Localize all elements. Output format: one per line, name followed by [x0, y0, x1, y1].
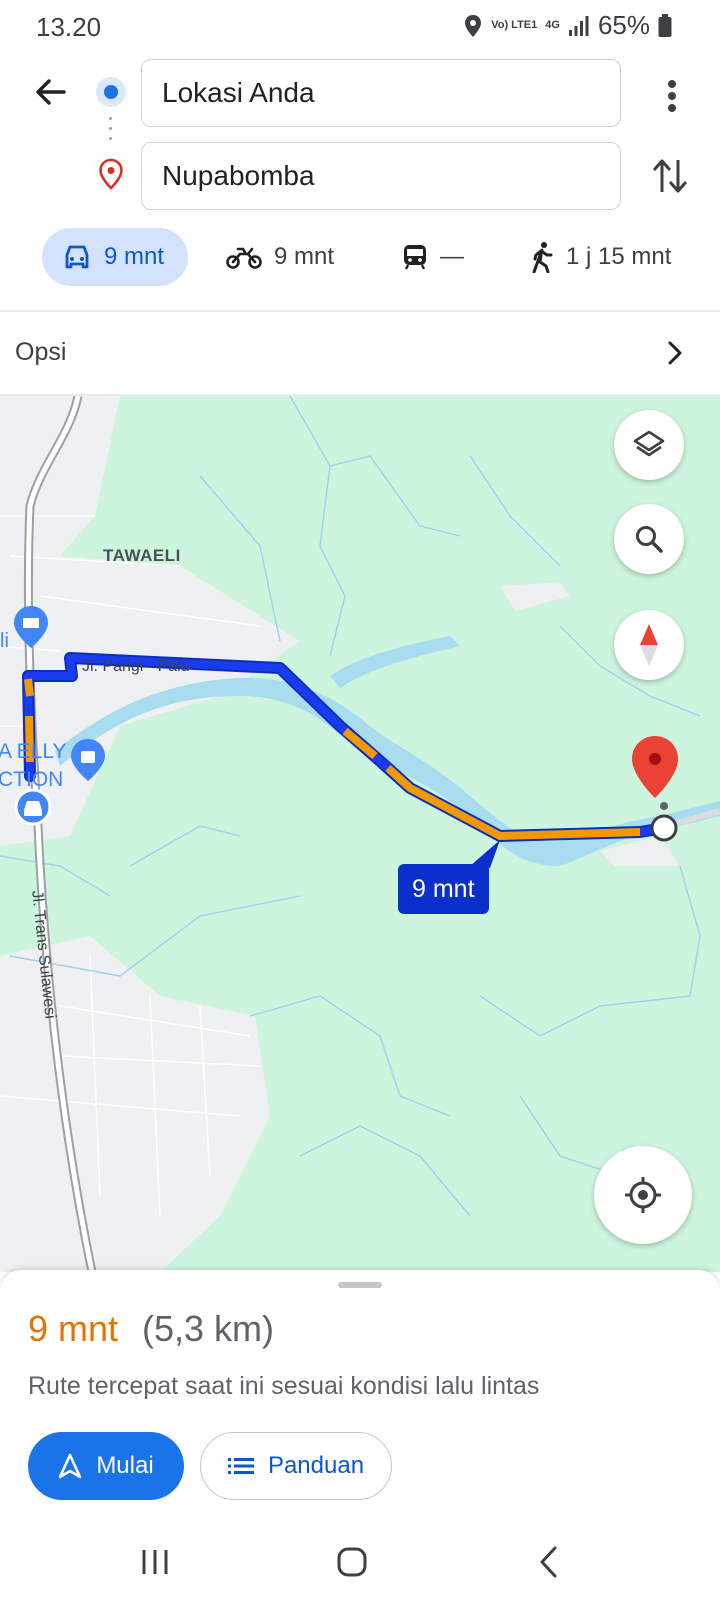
back-nav-icon[interactable]: [530, 1542, 570, 1582]
area-label: TAWAELI: [103, 546, 181, 565]
battery-percent: 65%: [597, 10, 650, 40]
poi-label-ction[interactable]: CTION: [0, 768, 63, 792]
destination-pin-icon: [99, 158, 123, 190]
guide-label: Panduan: [267, 1452, 365, 1479]
drag-handle[interactable]: [338, 1282, 382, 1288]
map-canvas: [0, 396, 720, 1272]
signal-icon: [568, 15, 589, 36]
destination-input[interactable]: Nupabomba: [141, 142, 621, 210]
destination-text: Nupabomba: [162, 160, 315, 191]
origin-dot-icon: [96, 77, 126, 107]
back-arrow-icon[interactable]: [30, 72, 70, 112]
my-location-button[interactable]: [594, 1146, 692, 1244]
search-icon: [636, 526, 663, 553]
route-eta: 9 mnt: [28, 1308, 119, 1349]
motorcycle-time: 9 mnt: [274, 243, 335, 270]
network-type: 4G: [545, 19, 560, 31]
status-icons: Vo) LTE1 4G 65%: [463, 10, 672, 41]
list-icon: [227, 1458, 254, 1474]
route-eta-bubble[interactable]: 9 mnt: [398, 864, 489, 914]
tab-transit[interactable]: —: [402, 228, 464, 286]
walking-time: 1 j 15 mnt: [566, 243, 672, 270]
compass-button[interactable]: [614, 610, 684, 680]
route-distance: (5,3 km): [142, 1308, 275, 1349]
search-button[interactable]: [614, 504, 684, 574]
directions-header: Lokasi Anda Nupabomba 9 mnt 9 mnt — 1 j …: [0, 50, 720, 312]
motorcycle-icon: [226, 247, 262, 269]
route-options-row[interactable]: Opsi: [0, 312, 720, 396]
system-nav-bar: [0, 1520, 720, 1600]
route-connector: [109, 117, 113, 157]
options-label: Opsi: [15, 338, 67, 366]
car-icon: [65, 245, 89, 269]
swap-icon[interactable]: [650, 154, 690, 198]
volte-indicator: Vo) LTE1: [491, 19, 538, 31]
status-bar: 13.20 Vo) LTE1 4G 65%: [0, 0, 720, 50]
start-label: Mulai: [96, 1452, 154, 1479]
battery-icon: [658, 13, 672, 37]
recent-apps-icon[interactable]: [136, 1542, 176, 1582]
start-button[interactable]: Mulai: [28, 1432, 184, 1500]
origin-text: Lokasi Anda: [162, 77, 315, 108]
transit-icon: [404, 245, 426, 270]
poi-label-elly[interactable]: A ELLY: [0, 740, 67, 764]
route-summary-sheet: 9 mnt (5,3 km) Rute tercepat saat ini se…: [0, 1270, 720, 1520]
layers-button[interactable]: [614, 410, 684, 480]
status-time: 13.20: [36, 12, 102, 42]
origin-input[interactable]: Lokasi Anda: [141, 59, 621, 127]
route-description: Rute tercepat saat ini sesuai kondisi la…: [28, 1372, 540, 1400]
travel-mode-tabs: 9 mnt 9 mnt — 1 j 15 mnt: [0, 228, 720, 288]
more-options-icon[interactable]: [654, 76, 690, 116]
tab-motorcycle[interactable]: 9 mnt: [226, 228, 334, 286]
tab-driving[interactable]: 9 mnt: [42, 228, 189, 286]
transit-time: —: [440, 243, 464, 270]
guide-button[interactable]: Panduan: [200, 1432, 392, 1500]
layers-icon: [633, 430, 665, 457]
location-status-icon: [465, 14, 482, 37]
driving-time: 9 mnt: [104, 243, 165, 270]
chevron-right-icon: [668, 341, 682, 365]
map-view[interactable]: TAWAELI Jl. Parigi - Palu Jl. Trans Sula…: [0, 396, 720, 1272]
home-icon[interactable]: [332, 1542, 372, 1582]
tab-walking[interactable]: 1 j 15 mnt: [530, 228, 671, 286]
my-location-icon: [625, 1177, 661, 1213]
walk-icon: [532, 242, 553, 273]
road-label-parigi: Jl. Parigi - Palu: [82, 658, 190, 675]
navigation-arrow-icon: [59, 1453, 82, 1479]
compass-icon: [640, 624, 658, 666]
poi-label-partial: li: [0, 630, 9, 652]
